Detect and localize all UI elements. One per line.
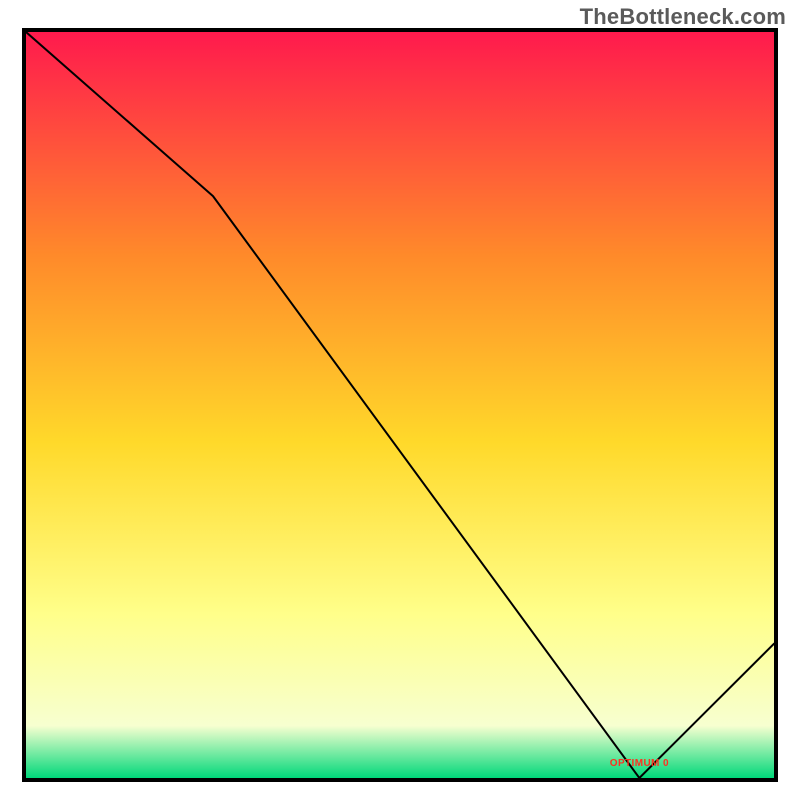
- optimum-label: OPTIMUM 0: [610, 758, 669, 769]
- watermark-text: TheBottleneck.com: [580, 4, 786, 30]
- chart-plot-area: OPTIMUM 0: [26, 32, 774, 778]
- chart-frame: OPTIMUM 0: [22, 28, 778, 782]
- chart-curve: [26, 32, 774, 778]
